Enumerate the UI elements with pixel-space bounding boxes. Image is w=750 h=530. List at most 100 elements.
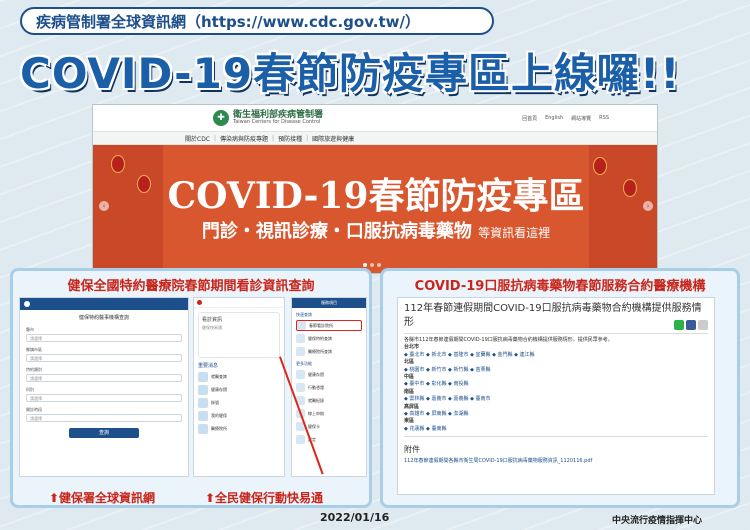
carousel-dots[interactable] xyxy=(363,263,381,267)
region-links[interactable]: ◆ 桃園市 ◆ 新竹市 ◆ 新竹縣 ◆ 苗栗縣 xyxy=(404,367,708,374)
menu-item[interactable]: 醫療院所查詢 xyxy=(296,346,362,357)
hero-subtitle-small: 等資訊看這裡 xyxy=(478,226,551,240)
app-item-icon xyxy=(198,372,208,382)
attachment-link[interactable]: 112年春節連假期間各縣市衛生局COVID-19口服抗病毒藥物服務資訊_1120… xyxy=(398,455,714,466)
district-select[interactable]: 請選擇 xyxy=(26,354,182,362)
menu-item[interactable]: 線上申辦 xyxy=(296,408,362,419)
main-title: COVID-19春節防疫專區上線囉!! xyxy=(20,49,681,98)
app-item-icon xyxy=(198,398,208,408)
menu-item[interactable]: 行動憑證 xyxy=(296,382,362,393)
dept-select[interactable]: 請選擇 xyxy=(26,394,182,402)
doc-title: 112年春節連假期間COVID-19口服抗病毒藥物合約機構提供服務情形 xyxy=(404,303,702,328)
nhi-panel: 健保全國特約醫療院春節期間看診資訊查詢 健保特約醫事機構查詢 縣市 請選擇 鄉鎮… xyxy=(10,268,372,508)
region-links[interactable]: ◆ 臺中市 ◆ 彰化縣 ◆ 南投縣 xyxy=(404,381,708,388)
region-links[interactable]: ◆ 臺北市 ◆ 新北市 ◆ 基隆市 ◆ 宜蘭縣 ◆ 金門縣 ◆ 連江縣 xyxy=(404,352,708,359)
time-select[interactable]: 請選擇 xyxy=(26,414,182,422)
antiviral-document: 112年春節連假期間COVID-19口服抗病毒藥物合約機構提供服務情形 各縣市1… xyxy=(397,297,715,495)
nav-separator: | xyxy=(272,134,275,142)
app-menu-screenshot: 服務項目 快速查詢 春節看診院所 健保特約查詢 醫療院所查詢 更多功能 健康存摺… xyxy=(291,297,367,477)
menu-item-label: 醫療院所查詢 xyxy=(308,348,332,354)
nav-diseases[interactable]: 傳染病與防疫專題 xyxy=(220,134,268,143)
nav-separator: | xyxy=(214,134,217,142)
app-topbar xyxy=(194,298,284,308)
nhi-website-screenshot: 健保特約醫事機構查詢 縣市 請選擇 鄉鎮市區 請選擇 特約類別 請選擇 科別 請… xyxy=(19,297,189,477)
menu-item[interactable]: 就醫紀錄 xyxy=(296,395,362,406)
app-item[interactable]: 我的健保 xyxy=(198,411,280,421)
app-item[interactable]: 醫療院所 xyxy=(198,424,280,434)
region-links[interactable]: ◆ 花蓮縣 ◆ 臺東縣 xyxy=(404,426,708,433)
menu-item[interactable]: 健康存摺 xyxy=(296,369,362,380)
antiviral-panel: COVID-19口服抗病毒藥物春節服務合約醫療機構 112年春節連假期間COVI… xyxy=(380,268,740,508)
facebook-share-icon[interactable] xyxy=(686,320,696,330)
type-select[interactable]: 請選擇 xyxy=(26,374,182,382)
region-links[interactable]: ◆ 雲林縣 ◆ 嘉義市 ◆ 嘉義縣 ◆ 臺南市 xyxy=(404,396,708,403)
menu-item-spring-clinic[interactable]: 春節看診院所 xyxy=(296,320,362,331)
city-select[interactable]: 請選擇 xyxy=(26,334,182,342)
site-tools: 回首頁 English 網站導覽 RSS xyxy=(522,115,609,122)
home-link[interactable]: 回首頁 xyxy=(522,115,537,122)
divider xyxy=(404,436,708,438)
app-item-icon xyxy=(198,411,208,421)
footer-org: 中央流行疫情指揮中心 xyxy=(612,516,703,526)
sitemap-link[interactable]: 網站導覽 xyxy=(571,115,591,122)
form-row-city: 縣市 請選擇 xyxy=(26,327,182,342)
url-banner[interactable]: 疾病管制署全球資訊網（https://www.cdc.gov.tw/） xyxy=(20,7,494,35)
lantern-icon xyxy=(111,155,125,173)
footer-date: 2022/01/16 xyxy=(320,511,390,524)
nav-vaccination[interactable]: 預防接種 xyxy=(278,134,302,143)
menu-item-icon xyxy=(296,370,305,379)
menu-item-label: 健保卡 xyxy=(308,423,320,429)
menu-item[interactable]: 設定 xyxy=(296,434,362,445)
rss-link[interactable]: RSS xyxy=(599,115,609,122)
menu-item-label: 健保特約查詢 xyxy=(308,335,332,341)
site-header: ✚ 衛生福利部疾病管制署 Taiwan Centers for Disease … xyxy=(93,105,657,131)
carousel-dot[interactable] xyxy=(370,263,374,267)
region-name: 台北市 xyxy=(404,344,420,351)
carousel-dot[interactable] xyxy=(363,263,367,267)
english-link[interactable]: English xyxy=(545,115,563,122)
nav-separator: | xyxy=(306,134,309,142)
app-item-icon xyxy=(198,385,208,395)
cdc-website-screenshot: ✚ 衛生福利部疾病管制署 Taiwan Centers for Disease … xyxy=(92,104,658,274)
card-subtitle: 健保快易通 xyxy=(202,325,222,330)
site-nav: 關於CDC | 傳染病與防疫專題 | 預防接種 | 國際旅遊與健康 xyxy=(93,131,657,145)
carousel-prev-icon[interactable]: ‹ xyxy=(99,201,109,211)
app-info-card[interactable]: 看診資訊 健保快易通 xyxy=(198,312,280,358)
card-title: 看診資訊 xyxy=(202,317,223,323)
share-buttons xyxy=(674,320,708,330)
app-item-label: 掛號 xyxy=(211,400,219,405)
print-icon[interactable] xyxy=(698,320,708,330)
app-item-label: 醫療院所 xyxy=(211,426,227,431)
app-item[interactable]: 掛號 xyxy=(198,398,280,408)
divider xyxy=(404,333,708,334)
menu-item[interactable]: 健保特約查詢 xyxy=(296,333,362,344)
app-item-icon xyxy=(198,424,208,434)
region-links[interactable]: ◆ 高雄市 ◆ 屏東縣 ◆ 澎湖縣 xyxy=(404,411,708,418)
hero-banner[interactable]: ‹ › COVID-19春節防疫專區 門診・視訊診療・口服抗病毒藥物 等資訊看這… xyxy=(93,145,657,273)
menu-item-label: 線上申辦 xyxy=(308,410,324,416)
search-button[interactable]: 查詢 xyxy=(69,428,139,438)
line-share-icon[interactable] xyxy=(674,320,684,330)
region-name: 北區 xyxy=(404,359,415,366)
app-logo-icon xyxy=(197,300,202,305)
site-name-en: Taiwan Centers for Disease Control xyxy=(233,119,321,125)
carousel-dot[interactable] xyxy=(377,263,381,267)
app-item-label: 就醫查詢 xyxy=(211,374,227,379)
field-label: 縣市 xyxy=(26,327,34,332)
carousel-next-icon[interactable]: › xyxy=(643,201,653,211)
menu-section-title: 快速查詢 xyxy=(296,312,312,317)
hero-subtitle-main: 門診・視訊診療・口服抗病毒藥物 xyxy=(201,221,472,242)
cdc-logo-icon: ✚ xyxy=(213,110,229,126)
menu-item-label: 就醫紀錄 xyxy=(308,397,324,403)
app-section-title: 重要消息 xyxy=(198,363,219,369)
app-item[interactable]: 健康存摺 xyxy=(198,385,280,395)
form-title: 健保特約醫事機構查詢 xyxy=(78,315,129,321)
nav-about[interactable]: 關於CDC xyxy=(185,134,210,143)
url-label: 疾病管制署全球資訊網（https://www.cdc.gov.tw/） xyxy=(36,12,420,31)
menu-item-label: 健康存摺 xyxy=(308,371,324,377)
form-row-time: 開診時段 請選擇 xyxy=(26,407,182,422)
lantern-icon xyxy=(623,179,637,197)
app-home-screenshot: 看診資訊 健保快易通 重要消息 就醫查詢 健康存摺 掛號 我的健保 醫療院所 xyxy=(193,297,285,477)
app-item[interactable]: 就醫查詢 xyxy=(198,372,280,382)
nav-travel[interactable]: 國際旅遊與健康 xyxy=(312,134,354,143)
